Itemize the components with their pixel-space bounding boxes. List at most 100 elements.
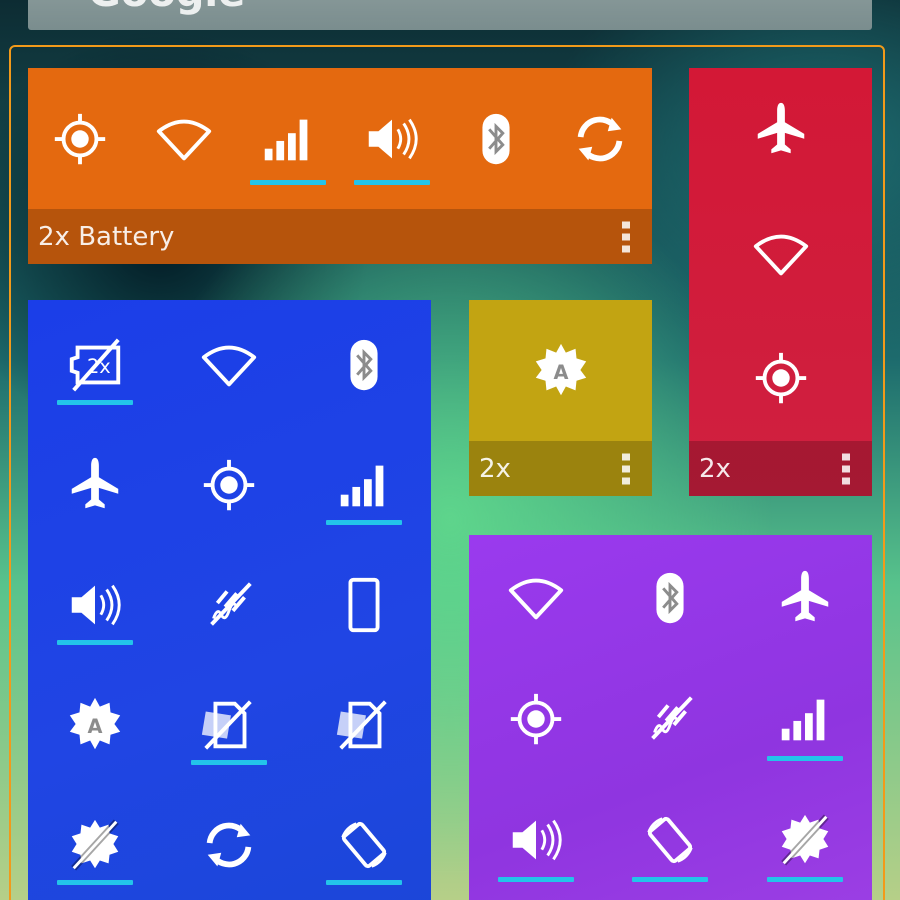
bluetooth-toggle[interactable] bbox=[297, 305, 431, 425]
google-logo: Google bbox=[88, 0, 245, 13]
volume-icon bbox=[71, 584, 121, 626]
gps-toggle[interactable] bbox=[689, 316, 872, 440]
auto-brightness-toggle[interactable]: A bbox=[469, 300, 652, 441]
vibrate-off-icon bbox=[651, 695, 694, 740]
brightness-off-toggle[interactable] bbox=[28, 785, 162, 900]
active-indicator bbox=[498, 877, 575, 882]
yellow-toggle-widget: A 2x bbox=[469, 300, 652, 496]
volume-icon bbox=[368, 118, 418, 159]
brightness-off-icon bbox=[781, 813, 829, 866]
signal-icon bbox=[781, 699, 825, 740]
bluetooth-icon bbox=[350, 339, 378, 391]
active-indicator bbox=[191, 760, 268, 765]
auto-brightness-toggle[interactable]: A bbox=[28, 665, 162, 785]
bluetooth-toggle[interactable] bbox=[603, 537, 737, 658]
signal-toggle[interactable] bbox=[297, 425, 431, 545]
overflow-menu-icon[interactable] bbox=[842, 453, 850, 484]
vibrate-off-toggle[interactable] bbox=[162, 545, 296, 665]
wifi-toggle[interactable] bbox=[689, 192, 872, 316]
orange-toggle-widget: 2x Battery bbox=[28, 68, 652, 264]
overflow-menu-icon[interactable] bbox=[622, 221, 630, 252]
brightness-off-toggle[interactable] bbox=[738, 779, 872, 900]
red-widget-label: 2x bbox=[699, 453, 731, 484]
wifi-icon bbox=[509, 578, 564, 619]
bluetooth-icon bbox=[482, 113, 510, 164]
active-indicator bbox=[354, 180, 430, 185]
auto-brightness-icon: A bbox=[69, 697, 121, 750]
orange-toggle-grid bbox=[28, 68, 652, 209]
wifi-toggle[interactable] bbox=[132, 68, 236, 209]
active-indicator bbox=[250, 180, 326, 185]
sync-toggle[interactable] bbox=[548, 68, 652, 209]
volume-toggle[interactable] bbox=[28, 545, 162, 665]
sim-off-icon bbox=[336, 700, 387, 750]
vibrate-off-toggle[interactable] bbox=[603, 658, 737, 779]
vibrate-off-icon bbox=[210, 582, 253, 626]
battery-2x-icon: 2x bbox=[69, 338, 121, 392]
gps-icon bbox=[755, 352, 806, 404]
rotate-toggle[interactable] bbox=[297, 785, 431, 900]
gps-icon bbox=[54, 113, 106, 164]
bluetooth-icon bbox=[656, 572, 685, 623]
orange-widget-footer[interactable]: 2x Battery bbox=[28, 209, 652, 264]
airplane-toggle[interactable] bbox=[689, 68, 872, 192]
red-toggle-grid bbox=[689, 68, 872, 440]
wifi-icon bbox=[156, 119, 212, 160]
google-search-bar[interactable]: Google + bbox=[28, 0, 872, 30]
blue-toggle-widget: 2x A bbox=[28, 300, 431, 900]
sync-toggle[interactable] bbox=[162, 785, 296, 900]
rotate-icon bbox=[341, 821, 387, 869]
active-indicator bbox=[766, 877, 843, 882]
wifi-icon bbox=[753, 234, 808, 276]
yellow-widget-footer[interactable]: 2x bbox=[469, 441, 652, 496]
airplane-toggle[interactable] bbox=[738, 537, 872, 658]
gps-icon bbox=[510, 693, 562, 744]
signal-toggle[interactable] bbox=[236, 68, 340, 209]
gps-toggle[interactable] bbox=[469, 658, 603, 779]
volume-toggle[interactable] bbox=[469, 779, 603, 900]
orange-widget-label: 2x Battery bbox=[38, 221, 175, 252]
auto-brightness-icon: A bbox=[535, 343, 586, 395]
blue-toggle-grid: 2x A bbox=[28, 305, 431, 900]
gps-toggle[interactable] bbox=[162, 425, 296, 545]
volume-toggle[interactable] bbox=[340, 68, 444, 209]
gps-toggle[interactable] bbox=[28, 68, 132, 209]
wifi-toggle[interactable] bbox=[162, 305, 296, 425]
wifi-icon bbox=[202, 345, 257, 387]
rotate-icon bbox=[647, 816, 694, 863]
active-indicator bbox=[325, 520, 402, 525]
red-widget-footer[interactable]: 2x bbox=[689, 441, 872, 496]
rotate-toggle[interactable] bbox=[603, 779, 737, 900]
purple-toggle-widget bbox=[469, 535, 872, 900]
signal-toggle[interactable] bbox=[738, 658, 872, 779]
red-toggle-widget: 2x bbox=[689, 68, 872, 496]
active-indicator bbox=[57, 880, 134, 885]
gps-icon bbox=[204, 459, 255, 511]
active-indicator bbox=[632, 877, 709, 882]
wifi-toggle[interactable] bbox=[469, 537, 603, 658]
svg-text:A: A bbox=[88, 715, 103, 738]
phone-frame-icon bbox=[348, 577, 380, 633]
sync-icon bbox=[207, 822, 252, 868]
sync-icon bbox=[577, 116, 623, 161]
overflow-menu-icon[interactable] bbox=[622, 453, 630, 484]
purple-toggle-grid bbox=[469, 537, 872, 900]
bluetooth-toggle[interactable] bbox=[444, 68, 548, 209]
sim-off-toggle[interactable] bbox=[162, 665, 296, 785]
yellow-widget-label: 2x bbox=[479, 453, 511, 484]
phone-frame-toggle[interactable] bbox=[297, 545, 431, 665]
active-indicator bbox=[325, 880, 402, 885]
yellow-toggle-grid: A bbox=[469, 300, 652, 441]
svg-text:2x: 2x bbox=[87, 355, 111, 378]
sim-off-icon bbox=[202, 700, 253, 750]
active-indicator bbox=[57, 640, 134, 645]
sim-off-toggle[interactable] bbox=[297, 665, 431, 785]
brightness-off-icon bbox=[71, 819, 119, 871]
airplane-icon bbox=[71, 457, 119, 509]
airplane-icon bbox=[757, 102, 804, 154]
airplane-toggle[interactable] bbox=[28, 425, 162, 545]
airplane-icon bbox=[781, 570, 829, 621]
active-indicator bbox=[57, 400, 134, 405]
svg-text:A: A bbox=[553, 360, 568, 383]
battery-2x-toggle[interactable]: 2x bbox=[28, 305, 162, 425]
